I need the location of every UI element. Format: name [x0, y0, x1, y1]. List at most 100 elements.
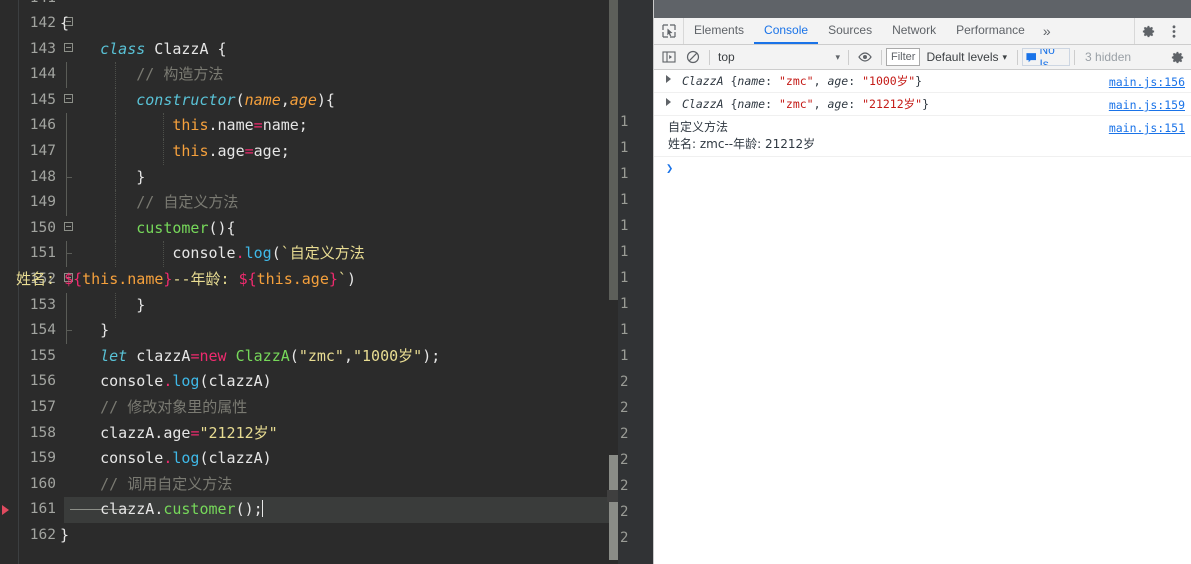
- line-number: 153: [29, 296, 56, 313]
- code-line[interactable]: 141: [0, 0, 653, 12]
- object-value: "1000岁": [862, 74, 916, 88]
- live-expression-icon[interactable]: [853, 46, 877, 68]
- current-code-line[interactable]: 161 clazzA.customer();: [0, 497, 653, 523]
- tab-label: Network: [892, 23, 937, 37]
- issues-message-icon: [1026, 52, 1037, 62]
- object-key: age: [827, 74, 849, 88]
- code-line[interactable]: 149 // 自定义方法: [0, 190, 653, 216]
- editor-scrollbar-thumb-secondary[interactable]: [609, 455, 618, 560]
- mini-line-number: 2: [620, 426, 629, 442]
- line-number: 149: [29, 194, 56, 211]
- chevron-down-icon: ▾: [835, 51, 840, 62]
- line-number: 147: [29, 143, 56, 159]
- object-class-name: ClazzA: [682, 97, 724, 111]
- code-text: // 自定义方法: [64, 193, 239, 212]
- code-line[interactable]: 160 // 调用自定义方法: [0, 472, 653, 498]
- console-message-list[interactable]: ClazzA {name: "zmc", age: "1000岁"} main.…: [654, 70, 1191, 564]
- code-surface[interactable]: 141 142 { 143 class ClazzA { 144 // 构造: [0, 0, 653, 564]
- code-text: console.log(clazzA): [64, 449, 272, 468]
- devtools-tabbar: Elements Console Sources Network Perform…: [654, 18, 1191, 45]
- tab-performance[interactable]: Performance: [946, 18, 1035, 44]
- code-line[interactable]: 145 constructor(name,age){: [0, 87, 653, 114]
- line-number: 151: [29, 245, 56, 262]
- code-line[interactable]: 157 // 修改对象里的属性: [0, 395, 653, 421]
- tab-network[interactable]: Network: [882, 18, 946, 44]
- code-line[interactable]: 151 console.log(`自定义方法: [0, 241, 653, 267]
- code-line[interactable]: 152 姓名: ${this.name}--年龄: ${this.age}`): [0, 267, 653, 293]
- mini-line-number: 2: [620, 530, 629, 546]
- code-text: }: [60, 526, 70, 544]
- line-number: 148: [29, 168, 56, 185]
- mini-line-number: 1: [620, 244, 629, 260]
- line-number: 142: [29, 15, 56, 31]
- execution-context-selector[interactable]: top ▾: [714, 47, 844, 67]
- code-line[interactable]: 154 }: [0, 318, 653, 344]
- expand-disclosure-icon[interactable]: [666, 75, 671, 83]
- kebab-menu-icon[interactable]: [1161, 18, 1187, 44]
- more-tabs-chevron-icon[interactable]: »: [1035, 18, 1059, 44]
- mini-line-number: 1: [620, 114, 629, 130]
- code-line[interactable]: 156 console.log(clazzA): [0, 369, 653, 395]
- console-message[interactable]: 自定义方法 姓名: zmc--年龄: 21212岁 main.js:151: [654, 116, 1191, 157]
- line-number: 146: [29, 117, 56, 134]
- secondary-editor-gutter: 1 1 1 1 1 1 1 1 1 1 2 2 2 2 2 2 2: [618, 0, 653, 564]
- mini-line-number: 1: [620, 296, 629, 312]
- object-value: "21212岁": [862, 97, 923, 111]
- code-text: console.log(`自定义方法: [64, 244, 365, 263]
- code-line[interactable]: 158 clazzA.age="21212岁": [0, 421, 653, 447]
- line-number: 154: [29, 322, 56, 339]
- console-prompt[interactable]: ❯: [654, 157, 1191, 179]
- issues-label: No Is: [1039, 48, 1055, 66]
- mini-line-number: 2: [620, 374, 629, 390]
- code-line[interactable]: 143 class ClazzA {: [0, 37, 653, 63]
- code-line[interactable]: 155 let clazzA=new ClazzA("zmc","1000岁")…: [0, 344, 653, 370]
- console-message-body: ClazzA {name: "zmc", age: "1000岁"}: [682, 74, 923, 88]
- mini-line-number: 1: [620, 270, 629, 286]
- issues-counter-button[interactable]: No Is: [1022, 48, 1071, 66]
- inspect-element-icon[interactable]: [654, 18, 684, 44]
- code-line[interactable]: 147 this.age=age;: [0, 139, 653, 165]
- tab-label: Sources: [828, 23, 873, 37]
- code-line[interactable]: 162 }: [0, 523, 653, 549]
- toolbar-divider: [1017, 49, 1019, 65]
- code-line[interactable]: 150 customer(){: [0, 215, 653, 242]
- code-text: clazzA.customer();: [64, 500, 263, 519]
- hidden-messages-count: 3 hidden: [1085, 50, 1132, 64]
- code-line[interactable]: 148 }: [0, 164, 653, 191]
- code-text: // 构造方法: [64, 65, 224, 84]
- object-value: "zmc": [778, 74, 814, 88]
- filter-input[interactable]: Filter: [886, 48, 921, 66]
- source-link[interactable]: main.js:151: [1109, 120, 1185, 136]
- log-levels-selector[interactable]: Default levels ▾: [920, 50, 1013, 64]
- console-message[interactable]: ClazzA {name: "zmc", age: "21212岁"} main…: [654, 93, 1191, 116]
- code-text: }: [64, 295, 146, 314]
- code-text: class ClazzA {: [100, 39, 227, 58]
- source-link[interactable]: main.js:159: [1109, 97, 1185, 113]
- code-line[interactable]: 159 console.log(clazzA): [0, 446, 653, 472]
- clear-console-icon[interactable]: [681, 46, 705, 68]
- code-line[interactable]: 142 {: [0, 11, 653, 37]
- console-message[interactable]: ClazzA {name: "zmc", age: "1000岁"} main.…: [654, 70, 1191, 93]
- console-sidebar-icon[interactable]: [657, 46, 681, 68]
- console-message-body: 自定义方法 姓名: zmc--年龄: 21212岁: [668, 119, 1183, 153]
- mini-line-number: 1: [620, 348, 629, 364]
- gear-icon[interactable]: [1135, 18, 1161, 44]
- code-line[interactable]: 153 }: [0, 292, 653, 319]
- toolbar-divider: [881, 49, 882, 65]
- code-text: 姓名: ${this.name}--年龄: ${this.age}`): [16, 270, 356, 288]
- filter-placeholder: Filter: [891, 51, 916, 63]
- console-toolbar: top ▾ Filter Default levels ▾ No Is 3 hi…: [654, 45, 1191, 70]
- screen-root: 141 142 { 143 class ClazzA { 144 // 构造: [0, 0, 1191, 564]
- console-settings-gear-icon[interactable]: [1165, 46, 1189, 68]
- tab-elements[interactable]: Elements: [684, 18, 754, 44]
- code-editor-pane[interactable]: 141 142 { 143 class ClazzA { 144 // 构造: [0, 0, 653, 564]
- line-number: 157: [29, 399, 56, 415]
- tab-sources[interactable]: Sources: [818, 18, 882, 44]
- tab-console[interactable]: Console: [754, 18, 819, 44]
- source-link[interactable]: main.js:156: [1109, 74, 1185, 90]
- mini-line-number: 2: [620, 478, 629, 494]
- code-line[interactable]: 144 // 构造方法: [0, 62, 653, 88]
- editor-scrollbar-thumb[interactable]: [609, 0, 618, 300]
- code-line[interactable]: 146 this.name=name;: [0, 113, 653, 139]
- expand-disclosure-icon[interactable]: [666, 98, 671, 106]
